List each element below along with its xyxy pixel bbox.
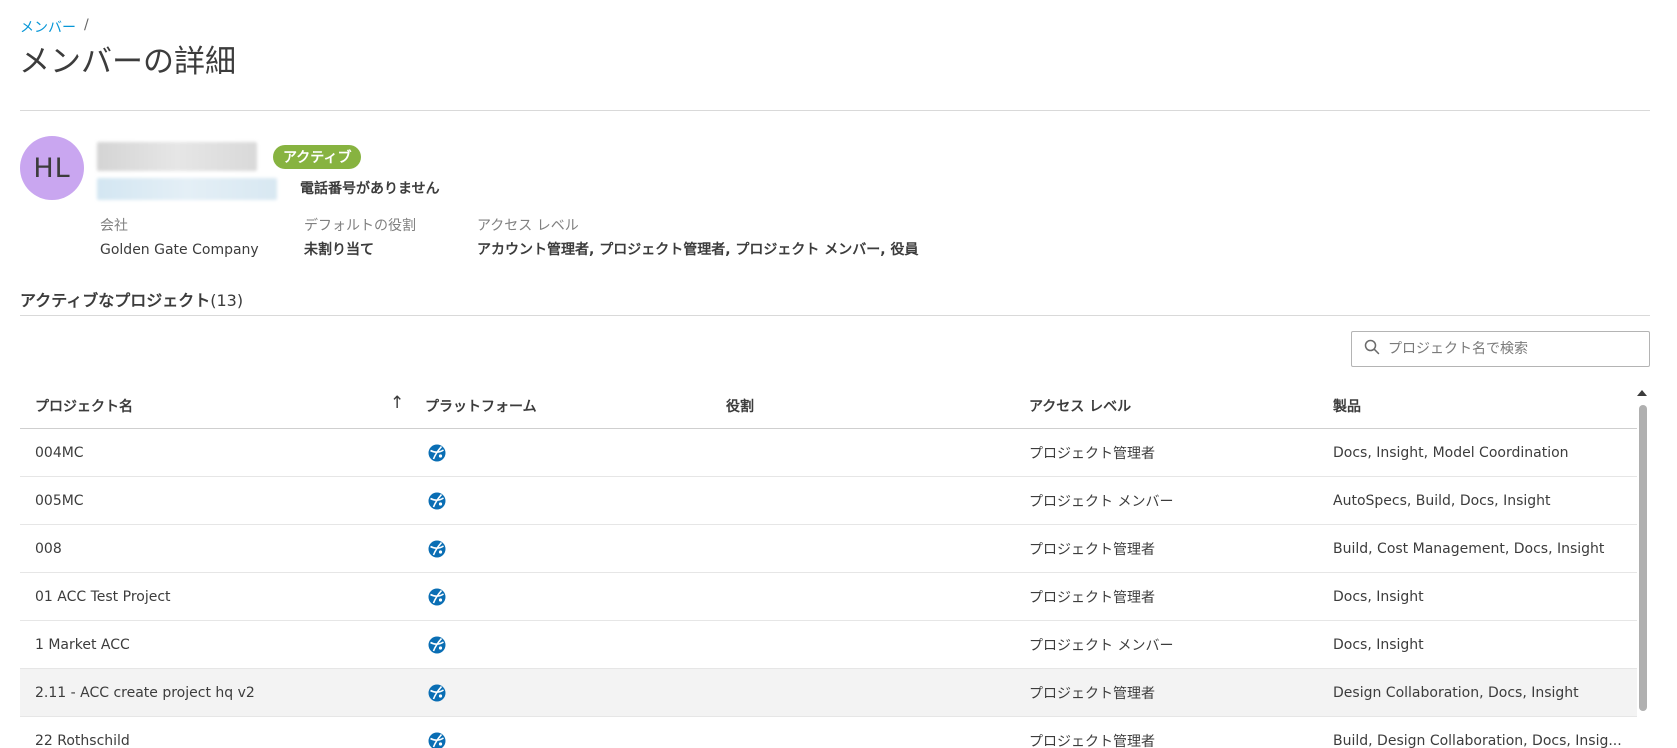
search-input[interactable] <box>1388 341 1628 357</box>
platform-cell <box>423 587 726 607</box>
products-cell: Docs, Insight <box>1333 588 1424 605</box>
active-projects-count: (13) <box>210 291 244 310</box>
project-name-cell[interactable]: 008 <box>20 541 423 557</box>
products-cell: Build, Cost Management, Docs, Insight <box>1333 540 1605 557</box>
search-icon <box>1364 339 1380 359</box>
member-email-redacted <box>97 178 277 200</box>
platform-globe-icon <box>427 491 447 511</box>
header-divider <box>20 110 1650 111</box>
table-row[interactable]: 1 Market ACC プロジェクト メンバー Docs, Insight <box>20 621 1637 669</box>
access-level-label: アクセス レベル <box>477 218 579 234</box>
platform-globe-icon <box>427 443 447 463</box>
avatar: HL <box>20 136 84 200</box>
default-role-field: デフォルトの役割 未割り当て <box>304 216 416 260</box>
company-label: 会社 <box>100 218 128 234</box>
column-header-role[interactable]: 役割 <box>726 396 1029 416</box>
table-row[interactable]: 008 プロジェクト管理者 Build, Cost Management, Docs… <box>20 525 1637 573</box>
status-badge: アクティブ <box>273 145 362 169</box>
project-name-cell[interactable]: 2.11 - ACC create project hq v2 <box>20 685 423 701</box>
platform-globe-icon <box>427 635 447 655</box>
table-row[interactable]: 22 Rothschild プロジェクト管理者 Build, Design Coll… <box>20 717 1637 748</box>
project-search[interactable] <box>1351 331 1650 367</box>
table-header: プロジェクト名 ↑ プラットフォーム 役割 アクセス レベル 製品 <box>20 383 1637 429</box>
platform-globe-icon <box>427 731 447 748</box>
project-name-cell[interactable]: 1 Market ACC <box>20 637 423 653</box>
column-header-access-level[interactable]: アクセス レベル <box>1029 396 1333 416</box>
breadcrumb-members-link[interactable]: メンバー <box>20 17 76 37</box>
table-row[interactable]: 005MC プロジェクト メンバー AutoSpecs, Build, Docs, … <box>20 477 1637 525</box>
platform-cell <box>423 731 726 748</box>
table-row[interactable]: 004MC プロジェクト管理者 Docs, Insight, Model Coord… <box>20 429 1637 477</box>
platform-cell <box>423 683 726 703</box>
products-cell: Build, Design Collaboration, Docs, Insig… <box>1333 732 1622 748</box>
active-projects-title: アクティブなプロジェクト <box>20 291 211 310</box>
access-level-field: アクセス レベル アカウント管理者, プロジェクト管理者, プロジェクト メンバ… <box>477 216 918 260</box>
access-level-value: アカウント管理者, プロジェクト管理者, プロジェクト メンバー, 役員 <box>477 242 919 258</box>
active-projects-heading: アクティブなプロジェクト(13) <box>20 287 243 311</box>
platform-cell <box>423 635 726 655</box>
project-name-cell[interactable]: 01 ACC Test Project <box>20 589 423 605</box>
access-level-cell: プロジェクト メンバー <box>1029 493 1174 510</box>
products-cell: AutoSpecs, Build, Docs, Insight <box>1333 492 1551 509</box>
access-level-cell: プロジェクト管理者 <box>1029 685 1155 702</box>
member-name-redacted <box>97 142 257 171</box>
column-header-platform[interactable]: プラットフォーム <box>423 396 726 416</box>
access-level-cell: プロジェクト管理者 <box>1029 589 1155 606</box>
column-header-project-name[interactable]: プロジェクト名 ↑ <box>20 393 423 416</box>
default-role-label: デフォルトの役割 <box>304 218 416 234</box>
products-cell: Docs, Insight, Model Coordination <box>1333 444 1569 461</box>
platform-globe-icon <box>427 587 447 607</box>
table-row[interactable]: 01 ACC Test Project プロジェクト管理者 Docs, Insigh… <box>20 573 1637 621</box>
breadcrumb: メンバー / <box>20 17 89 37</box>
platform-globe-icon <box>427 539 447 559</box>
platform-cell <box>423 491 726 511</box>
products-cell: Design Collaboration, Docs, Insight <box>1333 684 1579 701</box>
platform-cell <box>423 539 726 559</box>
project-name-cell[interactable]: 22 Rothschild <box>20 733 423 748</box>
column-label: プロジェクト名 <box>35 398 133 415</box>
breadcrumb-separator: / <box>84 17 89 33</box>
default-role-value: 未割り当て <box>304 242 374 258</box>
platform-cell <box>423 443 726 463</box>
scroll-up-arrow[interactable] <box>1637 390 1647 396</box>
project-name-cell[interactable]: 004MC <box>20 445 423 461</box>
access-level-cell: プロジェクト管理者 <box>1029 445 1155 462</box>
access-level-cell: プロジェクト管理者 <box>1029 733 1155 748</box>
company-value: Golden Gate Company <box>100 242 259 258</box>
products-cell: Docs, Insight <box>1333 636 1424 653</box>
table-row[interactable]: 2.11 - ACC create project hq v2 プロジェクト管理者… <box>20 669 1637 717</box>
column-header-products[interactable]: 製品 <box>1333 396 1637 416</box>
projects-table: プロジェクト名 ↑ プラットフォーム 役割 アクセス レベル 製品 004MC プ… <box>20 383 1637 748</box>
section-divider <box>20 315 1650 316</box>
project-name-cell[interactable]: 005MC <box>20 493 423 509</box>
table-body: 004MC プロジェクト管理者 Docs, Insight, Model Coord… <box>20 429 1637 748</box>
sort-ascending-icon[interactable]: ↑ <box>390 393 404 413</box>
company-field: 会社 Golden Gate Company <box>100 216 259 260</box>
access-level-cell: プロジェクト管理者 <box>1029 541 1155 558</box>
phone-text: 電話番号がありません <box>300 181 440 197</box>
scrollbar-thumb[interactable] <box>1639 405 1647 711</box>
page-title: メンバーの詳細 <box>19 44 236 80</box>
access-level-cell: プロジェクト メンバー <box>1029 637 1174 654</box>
platform-globe-icon <box>427 683 447 703</box>
